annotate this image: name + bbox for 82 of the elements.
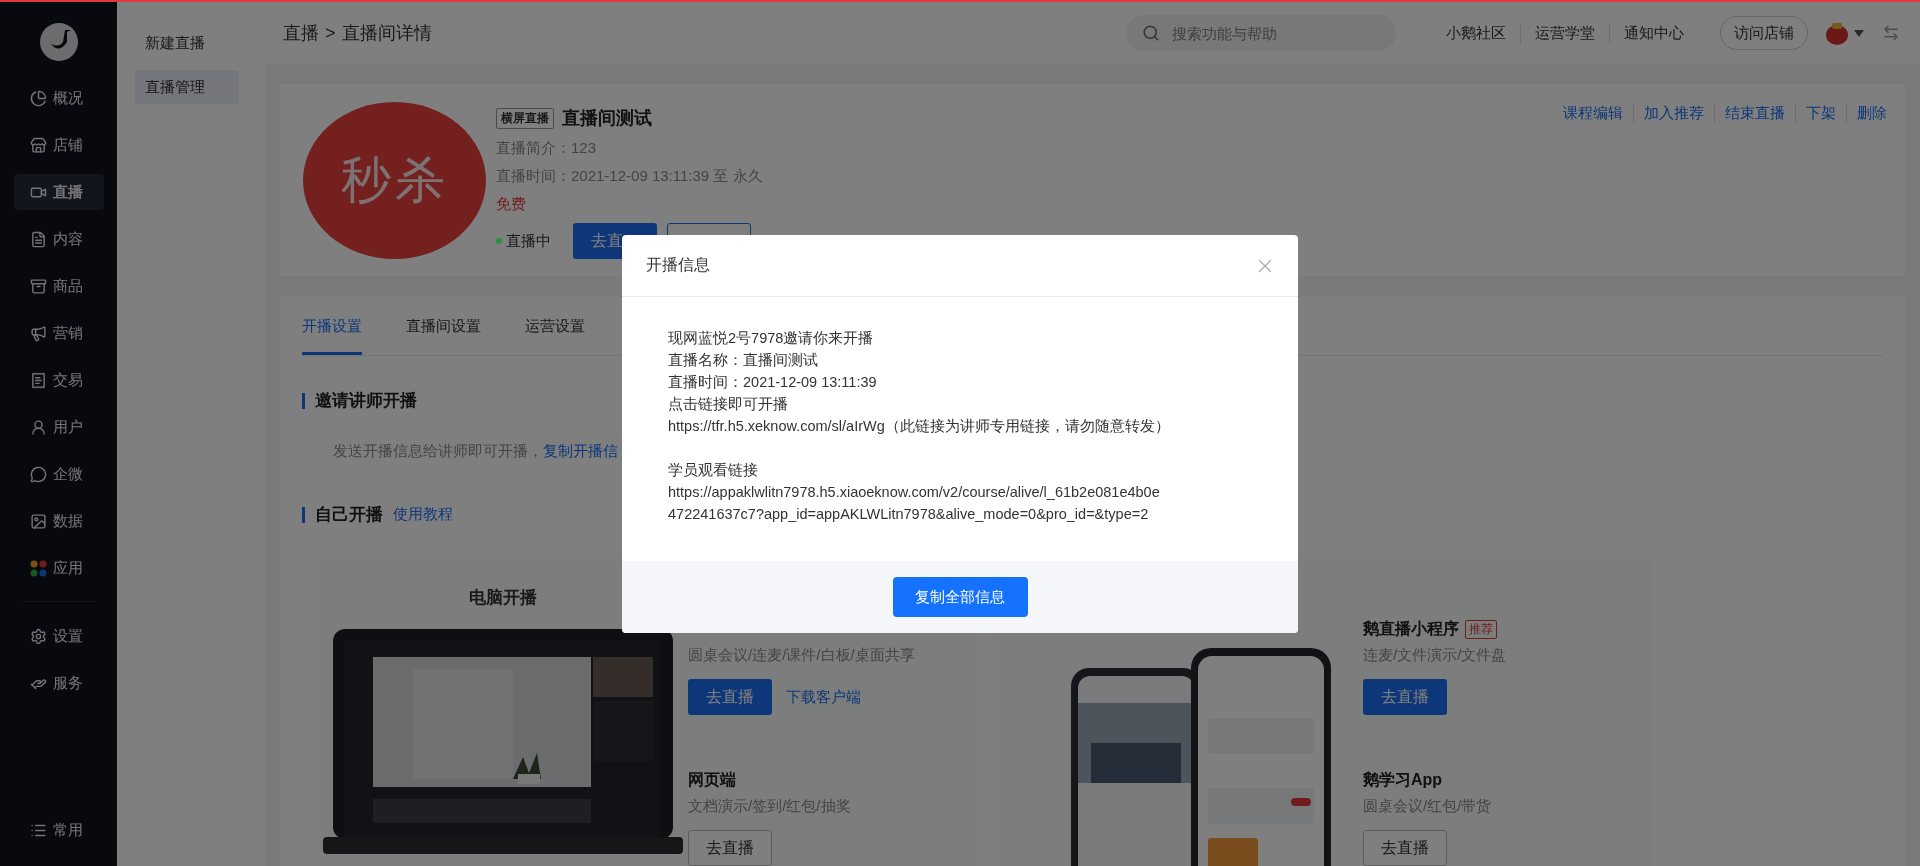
- breadcrumb-item: 直播间详情: [341, 22, 432, 45]
- message-line: 直播时间：2021-12-09 13:11:39: [668, 373, 878, 392]
- message-line: 现网蓝悦2号7978邀请你来开播: [668, 329, 875, 348]
- sidebar-item[interactable]: 应用: [13, 550, 104, 586]
- tab[interactable]: 开播设置: [302, 317, 362, 355]
- message-line: https://tfr.h5.xeknow.com/sl/aIrWg（此链接为讲师专用链接，请勿随意转发）: [668, 417, 1171, 436]
- sidebar-item[interactable]: 设置: [13, 618, 104, 654]
- course-detail: 直播时间：2021-12-09 13:11:39 至 永久: [496, 167, 763, 186]
- sidebar-item[interactable]: 交易: [13, 362, 104, 398]
- message-line: 学员观看链接: [668, 461, 759, 480]
- sidebar-item[interactable]: 常用: [13, 812, 104, 848]
- option-title: 网页端: [688, 769, 736, 790]
- megaphone-icon: [29, 324, 47, 342]
- visit-store-button[interactable]: 访问店铺: [1720, 16, 1808, 50]
- switch-icon[interactable]: [1882, 24, 1900, 42]
- course-price: 免费: [496, 195, 527, 214]
- search-icon: [1142, 24, 1160, 42]
- action-link[interactable]: 删除: [1846, 104, 1887, 123]
- document-icon: [29, 230, 47, 248]
- copy-info-link[interactable]: 复制开播信: [543, 442, 618, 461]
- caret-icon[interactable]: [1854, 29, 1864, 37]
- option-description: 圆桌会议/连麦/课件/白板/桌面共享: [688, 646, 915, 665]
- sidebar-item[interactable]: 用户: [13, 409, 104, 445]
- go-live-button[interactable]: 去直播: [1363, 679, 1447, 715]
- go-live-button[interactable]: 去直播: [1363, 830, 1447, 866]
- action-link[interactable]: 课程编辑: [1553, 104, 1633, 123]
- sidebar-item[interactable]: 概况: [13, 80, 104, 116]
- action-link[interactable]: 加入推荐: [1633, 104, 1714, 123]
- submenu-item[interactable]: 新建直播: [135, 26, 239, 60]
- top-link[interactable]: 运营学堂: [1520, 23, 1609, 43]
- search-field[interactable]: 搜索功能与帮助: [1126, 15, 1396, 51]
- section-title: 自己开播: [315, 504, 383, 526]
- sidebar-item[interactable]: 企微: [13, 456, 104, 492]
- sidebar-item[interactable]: 商品: [13, 268, 104, 304]
- sidebar-item[interactable]: 营销: [13, 315, 104, 351]
- option-title: 鹅直播小程序: [1363, 618, 1459, 639]
- sidebar-item[interactable]: 服务: [13, 665, 104, 701]
- sidebar-item[interactable]: 内容: [13, 221, 104, 257]
- receipt-icon: [29, 371, 47, 389]
- action-link[interactable]: 下架: [1795, 104, 1846, 123]
- option-description: 圆桌会议/红包/带货: [1363, 797, 1493, 816]
- recommend-tag: 推荐: [1465, 619, 1497, 639]
- option-title: 鹅学习App: [1363, 769, 1443, 790]
- live-status: 直播中: [506, 231, 551, 251]
- card-title: 电脑开播: [469, 587, 537, 609]
- breadcrumb-item[interactable]: 直播: [283, 21, 319, 45]
- layout-badge: 横屏直播: [496, 107, 554, 129]
- message-line: 472241637c7?app_id=appAKLWLitn7978&alive_mode=0&pro_id=&type=2: [668, 505, 1150, 524]
- section-title: 邀请讲师开播: [315, 390, 417, 412]
- search-input[interactable]: 搜索功能与帮助: [1170, 23, 1370, 43]
- course-title: 直播间测试: [562, 107, 652, 130]
- top-link[interactable]: 小鹅社区: [1432, 23, 1520, 43]
- chat-bubble-icon: [29, 465, 47, 483]
- user-icon: [29, 418, 47, 436]
- message-line: https://appaklwlitn7978.h5.xiaoeknow.com/v2/course/alive/l_61b2e081e4b0e: [668, 483, 1161, 502]
- image-icon: [29, 512, 47, 530]
- sidebar-item[interactable]: 直播: [13, 174, 104, 210]
- avatar-icon[interactable]: [1824, 20, 1850, 46]
- course-cover: 秒杀: [303, 102, 486, 259]
- settings-icon: [29, 627, 47, 645]
- tab[interactable]: 运营设置: [525, 317, 585, 355]
- action-link[interactable]: 结束直播: [1714, 104, 1795, 123]
- store-icon: [29, 136, 47, 154]
- download-link[interactable]: 下载客户端: [786, 687, 861, 707]
- breadcrumb-separator: >: [325, 22, 336, 44]
- copy-all-button[interactable]: 复制全部信息: [892, 577, 1028, 617]
- app-grid-icon: [29, 559, 47, 577]
- sidebar-item[interactable]: 店铺: [13, 127, 104, 163]
- option-description: 连麦/文件演示/文件盘: [1363, 646, 1507, 665]
- tab[interactable]: 直播间设置: [406, 317, 481, 355]
- logo-icon[interactable]: [38, 22, 79, 62]
- go-live-button[interactable]: 去直播: [688, 679, 772, 715]
- message-line: 直播名称：直播间测试: [668, 351, 819, 370]
- go-live-button[interactable]: 去直播: [688, 830, 772, 866]
- course-detail: 直播简介：123: [496, 139, 598, 158]
- pie-chart-icon: [29, 89, 47, 107]
- sidebar-item[interactable]: 数据: [13, 503, 104, 539]
- tutorial-link[interactable]: 使用教程: [393, 505, 453, 524]
- submenu-item[interactable]: 直播管理: [135, 70, 239, 104]
- box-icon: [29, 277, 47, 295]
- top-link[interactable]: 通知中心: [1609, 23, 1698, 43]
- message-line: 点击链接即可开播: [668, 395, 789, 414]
